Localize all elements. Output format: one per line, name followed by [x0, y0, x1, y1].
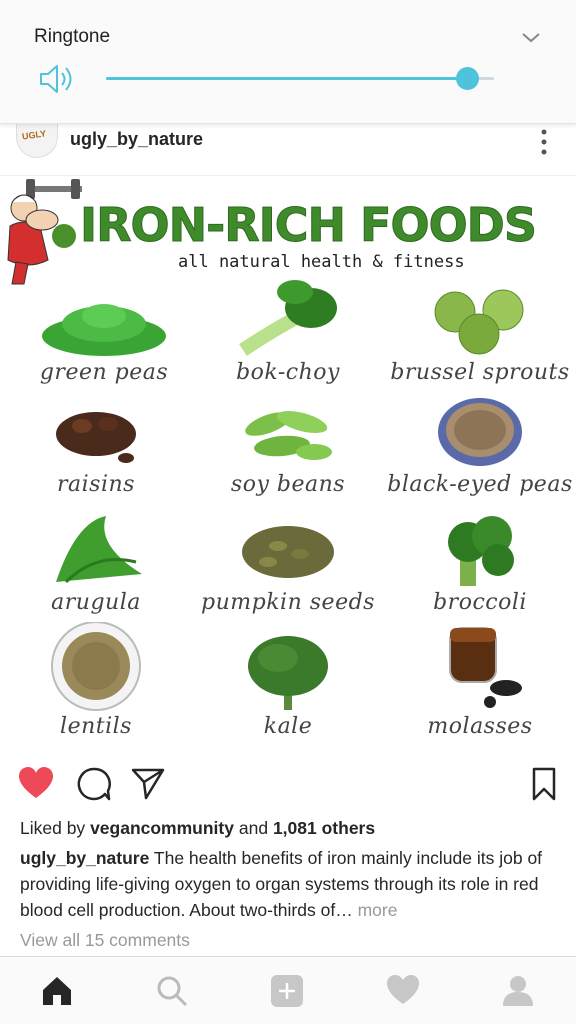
brussel-sprouts-image: [434, 289, 524, 355]
profile-icon[interactable]: [501, 974, 535, 1008]
green-peas-image: [42, 304, 166, 356]
volume-slider-thumb[interactable]: [455, 67, 479, 90]
kale-image: [248, 636, 328, 710]
comment-icon[interactable]: [76, 766, 112, 802]
food-item: brussel sprouts: [384, 278, 576, 385]
bottom-navigation: [0, 956, 576, 1024]
caption-username[interactable]: ugly_by_nature: [20, 848, 149, 868]
food-label: soy beans: [230, 472, 346, 497]
avatar-logo-text: UGLY: [21, 128, 47, 142]
volume-slider[interactable]: [106, 67, 494, 90]
post-username[interactable]: ugly_by_nature: [70, 129, 203, 150]
speaker-icon[interactable]: [38, 63, 74, 95]
likes-summary: Liked by vegancommunity and 1,081 others: [20, 818, 375, 839]
add-icon[interactable]: [270, 974, 304, 1008]
food-label: green peas: [39, 360, 169, 385]
molasses-image: [449, 627, 522, 708]
caption-more-link[interactable]: more: [353, 900, 398, 920]
bookmark-icon[interactable]: [526, 766, 562, 802]
chevron-down-icon[interactable]: [520, 26, 542, 48]
post-image[interactable]: IRON-RICH FOODS all natural health & fit…: [0, 176, 576, 752]
broccoli-image: [448, 516, 514, 586]
food-label: kale: [263, 714, 313, 739]
food-item: black-eyed peas: [384, 394, 576, 497]
food-label: pumpkin seeds: [201, 590, 375, 615]
likes-count[interactable]: 1,081 others: [273, 818, 375, 838]
post-header: UGLY ugly_by_nature: [0, 124, 576, 176]
food-item: raisins: [0, 394, 192, 497]
food-label: molasses: [427, 714, 533, 739]
liked-by-user[interactable]: vegancommunity: [90, 818, 234, 838]
more-options-icon[interactable]: [540, 129, 548, 155]
food-label: black-eyed peas: [387, 472, 573, 497]
food-item: broccoli: [384, 512, 576, 615]
like-heart-icon[interactable]: [18, 766, 54, 802]
food-item: kale: [192, 632, 384, 739]
post-action-bar: [0, 760, 576, 810]
food-label: arugula: [51, 590, 141, 615]
food-item: arugula: [0, 512, 192, 615]
share-send-icon[interactable]: [130, 766, 166, 802]
food-item: green peas: [8, 288, 200, 385]
raisins-image: [56, 412, 136, 463]
food-item: pumpkin seeds: [192, 512, 384, 615]
avatar[interactable]: UGLY: [16, 124, 58, 158]
pumpkin-seeds-image: [242, 526, 334, 578]
black-eyed-peas-image: [438, 398, 522, 466]
lentils-image: [51, 622, 141, 711]
soy-beans-image: [245, 411, 332, 460]
food-label: broccoli: [433, 590, 527, 615]
view-all-comments-link[interactable]: View all 15 comments: [20, 930, 190, 951]
post-caption: ugly_by_nature The health benefits of ir…: [20, 845, 560, 923]
arugula-image: [56, 516, 142, 584]
volume-stream-label: Ringtone: [34, 26, 111, 47]
food-label: raisins: [57, 472, 135, 497]
food-item: soy beans: [192, 394, 384, 497]
food-label: brussel sprouts: [390, 360, 570, 385]
likes-and: and: [238, 818, 269, 838]
food-item: molasses: [384, 622, 576, 739]
heart-icon[interactable]: [386, 974, 420, 1008]
food-label: lentils: [60, 714, 132, 739]
poster-subtitle: all natural health & fitness: [178, 252, 465, 272]
food-label: bok-choy: [236, 360, 340, 385]
search-icon[interactable]: [155, 974, 189, 1008]
food-item: bok-choy: [192, 278, 384, 385]
home-icon[interactable]: [40, 974, 74, 1008]
likes-prefix: Liked by: [20, 818, 86, 838]
poster-title: IRON-RICH FOODS: [80, 198, 538, 253]
bok-choy-image: [239, 280, 337, 356]
food-item: lentils: [0, 622, 192, 739]
volume-panel: Ringtone: [0, 0, 576, 124]
popeye-mascot-illustration: [7, 179, 82, 285]
volume-slider-fill: [106, 77, 467, 80]
